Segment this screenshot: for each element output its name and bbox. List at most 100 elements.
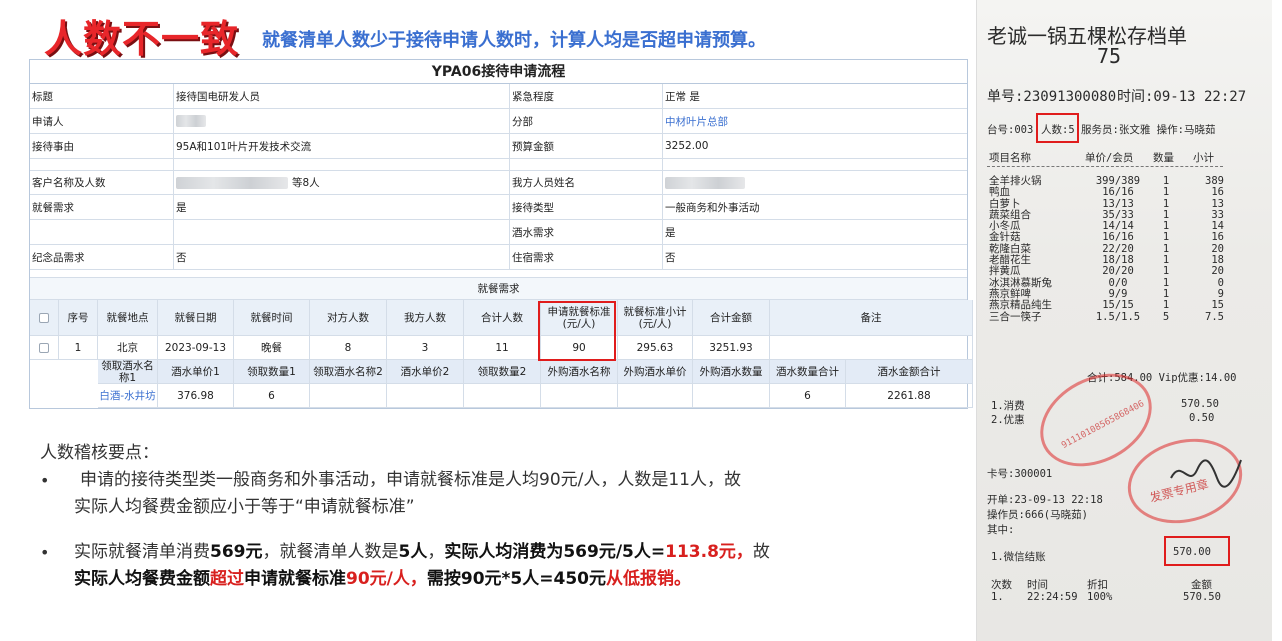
receipt-pay2-value: 0.50 xyxy=(1189,412,1215,424)
note-point-1: • 申请的接待类型类一般商务和外事活动，申请就餐标准是人均90元/人，人数是11… xyxy=(40,467,960,521)
field-label: 我方人员姓名 xyxy=(510,171,663,194)
column-header: 备注 xyxy=(770,300,973,336)
receipt-item-cell: 1.5/1.5 xyxy=(1095,310,1141,323)
meal-standard-highlight xyxy=(538,301,616,361)
note-1-line-2: 实际人均餐费金额应小于等于“申请就餐标准” xyxy=(74,497,415,517)
cell-wine-price2 xyxy=(387,384,464,408)
receipt-order-no: 单号:23091300080 xyxy=(987,89,1117,105)
foot-discount: 100% xyxy=(1087,591,1113,603)
field-label: 接待事由 xyxy=(30,134,174,158)
cell-amount: 3251.93 xyxy=(693,336,770,360)
slide-title: 人数不一致 xyxy=(44,17,240,61)
slide-subtitle: 就餐清单人数少于接待申请人数时，计算人均是否超申请预算。 xyxy=(262,30,766,51)
form-row: 接待事由 95A和101叶片开发技术交流 预算金额 3252.00 xyxy=(30,134,967,159)
receipt-item-cell: 15/15 xyxy=(1102,299,1134,312)
field-value: 95A和101叶片开发技术交流 xyxy=(174,134,510,158)
field-value: 否 xyxy=(665,251,676,264)
form-spacer-row xyxy=(30,270,967,278)
receipt-items: 全羊排火锅 399/389 1 389 鸭血 16/16 1 16 白萝卜 13/13 1 13 蔬菜组… xyxy=(989,175,1224,323)
receipt-card: 卡号:300001 xyxy=(987,468,1053,480)
select-all-checkbox[interactable] xyxy=(30,300,59,336)
cell-seq: 1 xyxy=(59,336,98,360)
receipt-pay1-value: 570.50 xyxy=(1181,398,1219,410)
form-row: 标题 接待国电研发人员 紧急程度 正常 是 xyxy=(30,84,967,109)
audit-notes: 人数稽核要点： • 申请的接待类型类一般商务和外事活动，申请就餐标准是人均90元… xyxy=(40,440,960,593)
cell-wine-name-link[interactable]: 白酒-水井坊 xyxy=(98,384,158,408)
receipt-item-cell: 20/20 xyxy=(1102,265,1134,278)
foot-header-amount: 金额 xyxy=(1191,579,1212,591)
form-row: 就餐需求 是 接待类型 一般商务和外事活动 xyxy=(30,195,967,220)
column-header: 合计金额 xyxy=(693,300,770,336)
cell-wine-qty2 xyxy=(464,384,541,408)
bullet: • xyxy=(40,471,50,490)
column-header: 酒水单价1 xyxy=(158,360,234,384)
foot-header-discount: 折扣 xyxy=(1087,579,1108,591)
foot-time: 22:24:59 xyxy=(1027,591,1078,603)
receipt-item-cell: 15 xyxy=(1211,299,1224,312)
receipt-item-cell: 5 xyxy=(1162,310,1170,323)
cell-wine-qty-total: 6 xyxy=(770,384,846,408)
field-label: 申请人 xyxy=(30,109,174,133)
note-point-2: • 实际就餐清单消费569元，就餐清单人数是5人，实际人均消费为569元/5人=… xyxy=(40,539,960,593)
column-header: 就餐时间 xyxy=(234,300,310,336)
column-header: 外购酒水名称 xyxy=(541,360,618,384)
field-label xyxy=(30,220,174,244)
field-label: 分部 xyxy=(510,109,663,133)
row-checkbox[interactable] xyxy=(30,336,59,360)
branch-link[interactable]: 中材叶片总部 xyxy=(663,109,967,133)
cell-ext-qty xyxy=(693,384,770,408)
column-header: 就餐日期 xyxy=(158,300,234,336)
receipt-operator: 操作员:666(马晓茹) xyxy=(987,509,1088,521)
field-label: 酒水需求 xyxy=(510,220,663,244)
cell-guest-count: 8 xyxy=(310,336,387,360)
applicant-value-redacted xyxy=(174,109,510,133)
persons-highlight xyxy=(1036,113,1079,143)
customer-value: 等8人 xyxy=(174,171,510,194)
receipt-item-row: 三合一筷子 1.5/1.5 5 7.5 xyxy=(989,310,1224,323)
column-header: 外购酒水单价 xyxy=(618,360,693,384)
receipt-item-row: 拌黄瓜 20/20 1 20 xyxy=(989,265,1224,278)
form-row: 纪念品需求 否 住宿需求 否 xyxy=(30,245,967,270)
meal-section-title: 就餐需求 xyxy=(30,278,967,300)
receipt-item-cell: 1 xyxy=(1162,186,1170,199)
column-header: 领取数量1 xyxy=(234,360,310,384)
bullet: • xyxy=(40,543,50,562)
field-value: 否 xyxy=(174,245,510,269)
receipt-staff: 服务员:张文雅 操作:马晓茹 xyxy=(1081,124,1216,136)
column-header: 领取酒水名称1 xyxy=(98,360,158,384)
field-value: 是 xyxy=(665,226,676,239)
receipt-item-cell: 1 xyxy=(1162,299,1170,312)
column-header: 对方人数 xyxy=(310,300,387,336)
receipt-title: 老诚一锅五棵松存档单 xyxy=(987,24,1187,48)
reception-form: YPA06接待申请流程 标题 接待国电研发人员 紧急程度 正常 是 申请人 分部… xyxy=(29,59,973,409)
cell-wine-amount-total: 2261.88 xyxy=(846,384,973,408)
receipt-pay2: 2.优惠 xyxy=(991,414,1025,426)
receipt-item-row: 燕京精品纯生 15/15 1 15 xyxy=(989,299,1224,312)
receipt-item-cell: 16 xyxy=(1211,186,1224,199)
receipt-item-cell: 20 xyxy=(1211,265,1224,278)
receipt-item-cell: 燕京精品纯生 xyxy=(989,299,1052,312)
form-row: 客户名称及人数 等8人 我方人员姓名 xyxy=(30,171,967,195)
meal-grid: 序号 就餐地点 就餐日期 就餐时间 对方人数 我方人数 合计人数 申请就餐标准(… xyxy=(30,300,973,408)
cell-wine-name2 xyxy=(310,384,387,408)
customer-count-text: 等8人 xyxy=(292,177,320,189)
field-value: 接待国电研发人员 xyxy=(174,84,510,108)
cell-ext-price xyxy=(618,384,693,408)
column-header: 领取酒水名称2 xyxy=(310,360,387,384)
form-spacer-row xyxy=(30,159,967,171)
note-1-line-1: 申请的接待类型类一般商务和外事活动，申请就餐标准是人均90元/人，人数是11人，… xyxy=(80,470,741,490)
field-value: 是 xyxy=(174,195,510,219)
field-label: 住宿需求 xyxy=(510,245,663,269)
cell-total-count: 11 xyxy=(464,336,541,360)
receipt-item-row: 鸭血 16/16 1 16 xyxy=(989,186,1224,199)
receipt-open: 开单:23-09-13 22:18 xyxy=(987,494,1103,506)
cell-time: 晚餐 xyxy=(234,336,310,360)
signature-icon xyxy=(1170,459,1242,488)
receipt-number: 75 xyxy=(1097,44,1122,68)
cell-ext-name xyxy=(541,384,618,408)
form-row: 申请人 分部 中材叶片总部 xyxy=(30,109,967,134)
receipt-among: 其中: xyxy=(987,524,1015,536)
foot-header-time: 时间 xyxy=(1027,579,1048,591)
cell-host-count: 3 xyxy=(387,336,464,360)
column-header: 外购酒水数量 xyxy=(693,360,770,384)
